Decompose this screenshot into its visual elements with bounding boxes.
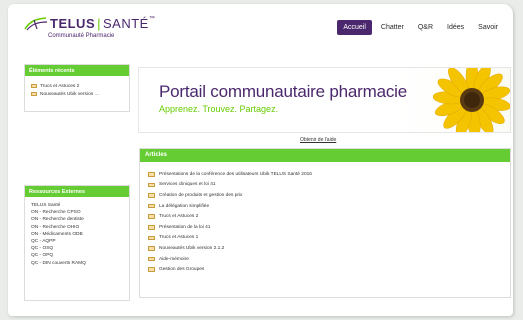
document-icon — [148, 182, 155, 188]
article-item[interactable]: Présentation de la loi 41 — [148, 222, 502, 233]
resource-link[interactable]: ON - Recherche dentiste — [31, 217, 123, 224]
resource-link[interactable]: QC - DIN couverts RAMQ — [31, 261, 123, 268]
document-icon — [148, 193, 155, 198]
external-resources-list: TELUS Santé ON - Recherche CPSO ON - Rec… — [25, 197, 129, 268]
articles-title: Articles — [140, 149, 510, 162]
document-icon — [148, 235, 155, 241]
article-item[interactable]: Nouveautés Ubik version 2.1.2 — [148, 243, 502, 254]
recent-items-panel: Éléments récents Trucs et Astuces 2 Nouv… — [24, 64, 130, 112]
document-icon — [148, 225, 155, 230]
nav-item-savoir[interactable]: Savoir — [473, 20, 503, 35]
external-resources-panel: Ressources Externes TELUS Santé ON - Rec… — [24, 185, 130, 301]
article-label: Trucs et Astuces 1 — [159, 235, 199, 241]
article-label: Nouveautés Ubik version 2.1.2 — [159, 245, 225, 251]
external-resources-title: Ressources Externes — [25, 186, 129, 197]
article-item[interactable]: Présentations de la conférence des utili… — [148, 169, 502, 180]
nav-item-chatter[interactable]: Chatter — [376, 20, 409, 35]
resource-link[interactable]: ON - Médicaments ODB — [31, 232, 123, 239]
recent-item[interactable]: Trucs et Astuces 2 — [31, 82, 123, 90]
banner-title: Portail communautaire pharmacie — [159, 82, 407, 101]
logo-subtitle: Communauté Pharmacie — [48, 33, 115, 39]
article-label: Présentation de la loi 41 — [159, 224, 211, 230]
document-icon — [148, 246, 155, 251]
article-item[interactable]: Trucs et Astuces 1 — [148, 233, 502, 244]
main-nav: Accueil Chatter Q&R Idées Savoir — [337, 20, 503, 35]
article-label: Trucs et Astuces 2 — [159, 214, 199, 220]
nav-item-qr[interactable]: Q&R — [413, 20, 438, 35]
logo-wordmark: TELUS | SANTÉ™ — [50, 16, 155, 31]
banner-subtitle: Apprenez. Trouvez. Partagez. — [159, 104, 279, 114]
nav-item-idees[interactable]: Idées — [442, 20, 469, 35]
portal-banner: Portail communautaire pharmacie Apprenez… — [138, 67, 511, 133]
recent-item-label: Nouveautés Ubik version ... — [40, 91, 99, 97]
document-icon — [31, 84, 37, 88]
article-label: Présentations de la conférence des utili… — [159, 171, 312, 177]
document-icon — [148, 267, 155, 272]
article-item[interactable]: Trucs et Astuces 2 — [148, 211, 502, 222]
article-item[interactable]: La délégation simplifiée — [148, 201, 502, 212]
logo-brand: TELUS — [50, 16, 96, 31]
logo-product: SANTÉ — [103, 16, 149, 31]
sunflower-image — [432, 68, 510, 132]
document-icon — [31, 92, 37, 96]
article-label: Gestion des Groupes — [159, 267, 205, 273]
article-label: Création de produits et gestion des prix — [159, 192, 243, 198]
articles-panel: Articles Présentations de la conférence … — [139, 148, 511, 298]
article-label: Aide-mémoire — [159, 256, 189, 262]
resource-link[interactable]: QC - OPQ — [31, 253, 123, 260]
article-item[interactable]: Création de produits et gestion des prix — [148, 190, 502, 201]
logo-separator: | — [97, 16, 102, 31]
logo-trademark: ™ — [148, 16, 156, 22]
document-icon — [148, 256, 155, 262]
document-icon — [148, 203, 155, 209]
recent-item-label: Trucs et Astuces 2 — [40, 83, 80, 89]
resource-link[interactable]: ON - Recherche OHIO — [31, 225, 123, 232]
articles-list: Présentations de la conférence des utili… — [140, 162, 510, 275]
article-item[interactable]: Gestion des Groupes — [148, 264, 502, 275]
nav-item-accueil[interactable]: Accueil — [337, 20, 372, 35]
article-label: Services cliniques et loi 41 — [159, 182, 216, 188]
help-link[interactable]: Obtenir de l'aide — [300, 137, 336, 143]
document-icon — [148, 172, 155, 177]
article-label: La délégation simplifiée — [159, 203, 210, 209]
article-item[interactable]: Services cliniques et loi 41 — [148, 180, 502, 191]
telus-logo-icon — [24, 17, 48, 31]
recent-items-list: Trucs et Astuces 2 Nouveautés Ubik versi… — [25, 76, 129, 98]
recent-items-title: Éléments récents — [25, 65, 129, 76]
document-icon — [148, 214, 155, 219]
article-item[interactable]: Aide-mémoire — [148, 254, 502, 265]
page: TELUS | SANTÉ™ Communauté Pharmacie Accuei… — [8, 4, 513, 316]
recent-item[interactable]: Nouveautés Ubik version ... — [31, 90, 123, 98]
